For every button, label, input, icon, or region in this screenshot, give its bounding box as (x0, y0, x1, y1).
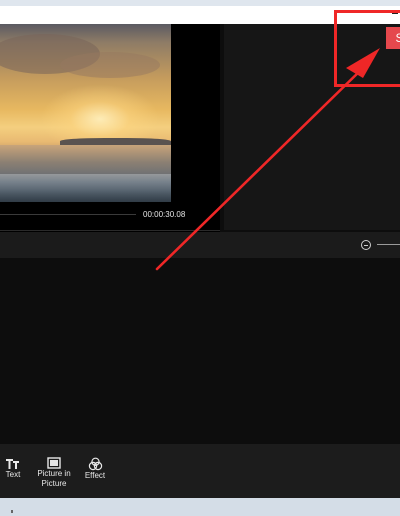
taskbar-edge (11, 510, 13, 513)
screen: 00:00:30.08 Text Picture in Picture Effe… (0, 0, 400, 516)
annotation-arrow (155, 48, 380, 271)
